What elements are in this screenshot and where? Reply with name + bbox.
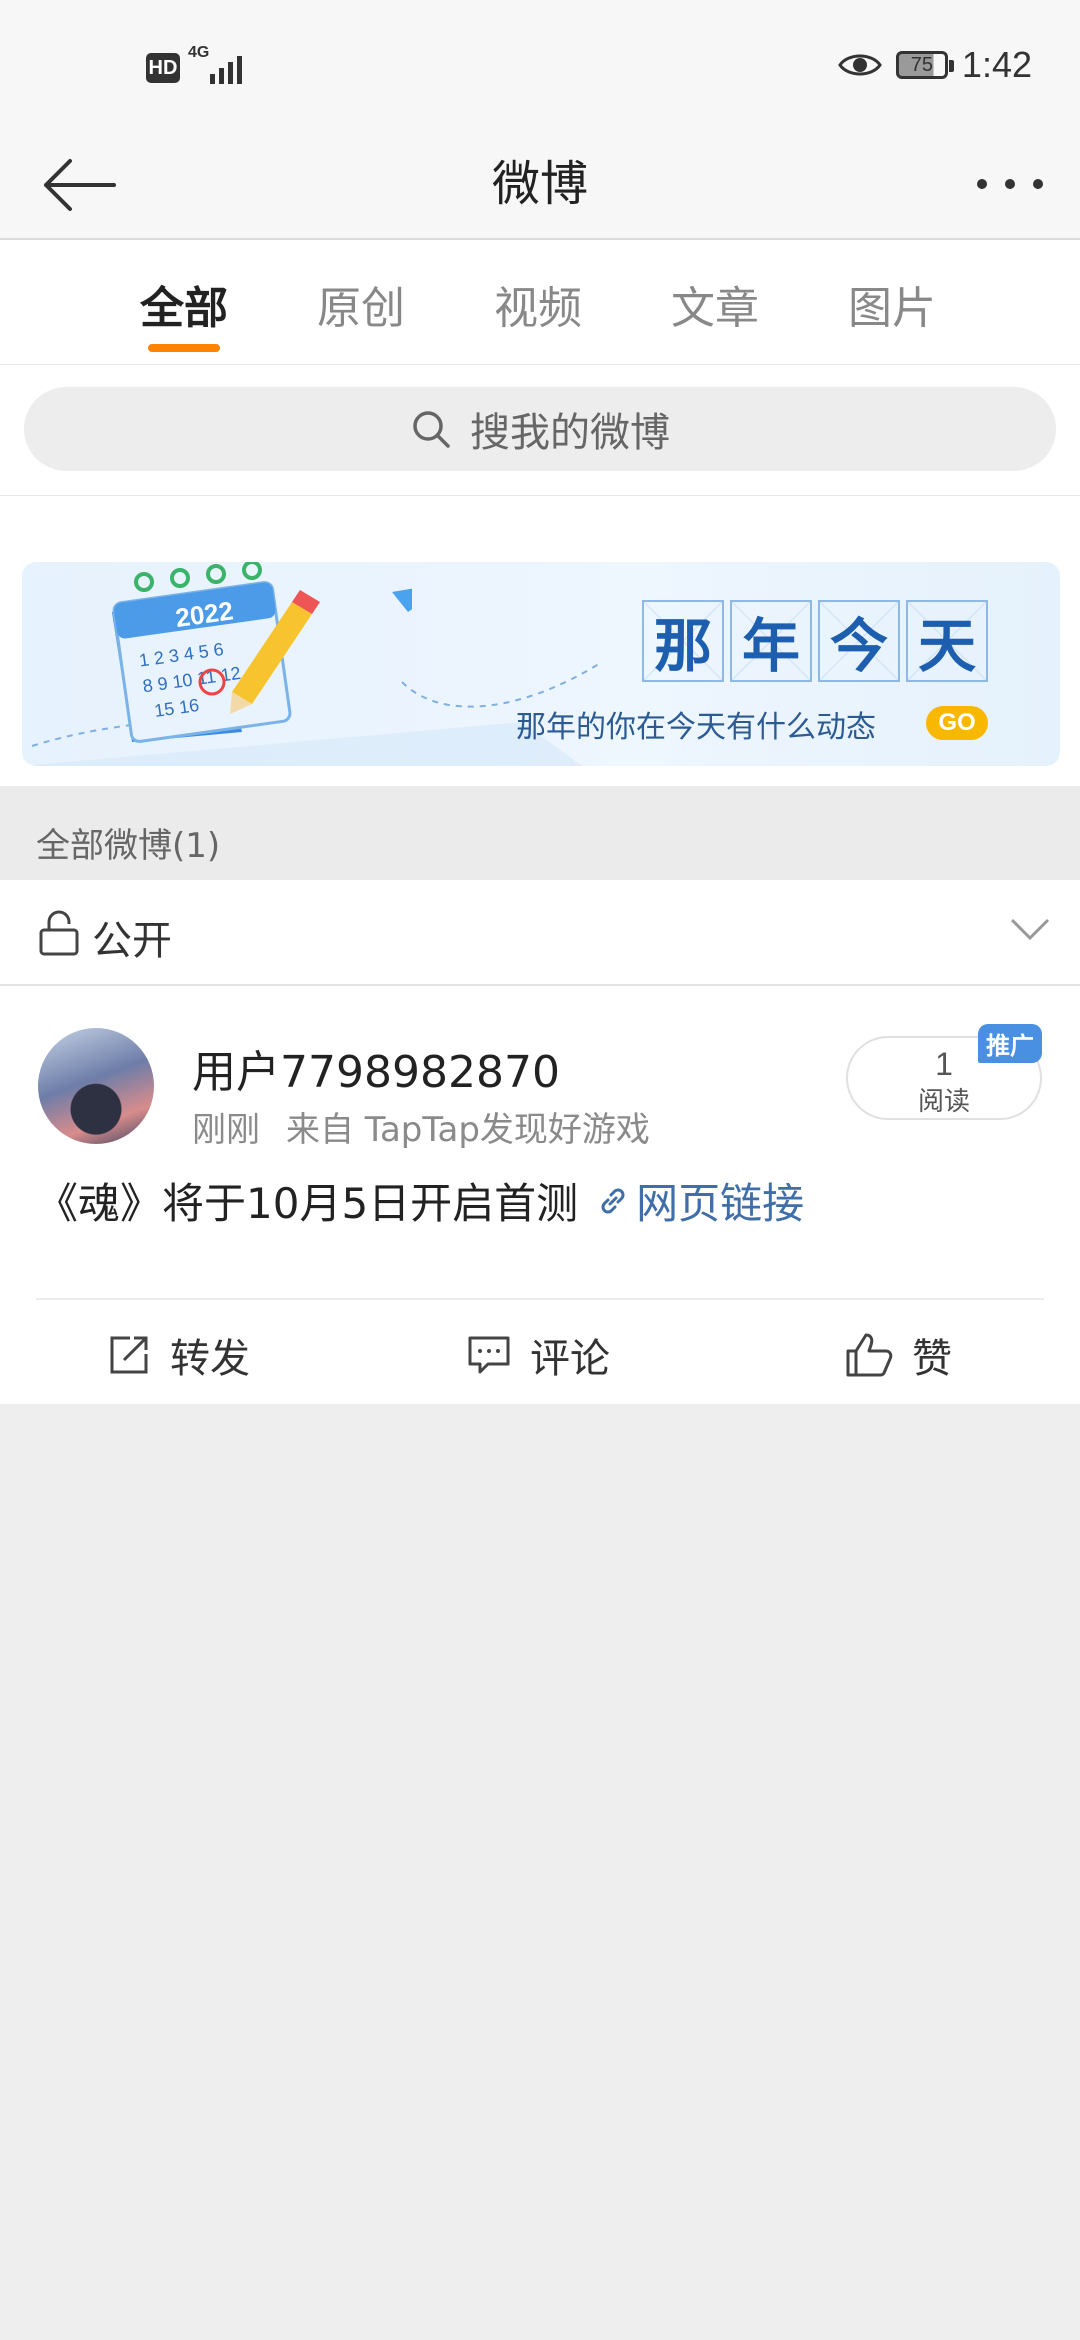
like-label: 赞: [912, 1336, 952, 1382]
on-this-day-banner[interactable]: 2022 1 2 3 4 5 6 8 9 10 11 12 15 16 那 年 …: [22, 562, 1060, 766]
page-title: 微博: [491, 156, 588, 212]
title-bar: 微博: [0, 130, 1080, 240]
search-input[interactable]: 搜我的微博: [24, 387, 1056, 471]
visibility-label: 公开: [92, 918, 172, 964]
avatar[interactable]: [38, 1028, 154, 1144]
web-link-label: 网页链接: [636, 1179, 805, 1228]
eye-icon: [838, 54, 882, 76]
unlock-icon: [39, 910, 79, 956]
banner-title-char: 年: [730, 600, 812, 682]
tab-original[interactable]: 原创: [301, 272, 421, 336]
web-link[interactable]: 网页链接: [596, 1170, 804, 1231]
tab-video[interactable]: 视频: [478, 272, 598, 336]
hd-icon: HD: [146, 53, 180, 83]
post-time: 刚刚: [192, 1110, 260, 1150]
search-placeholder: 搜我的微博: [470, 410, 670, 456]
battery-icon: 75: [895, 51, 954, 79]
post-source: 来自 TapTap发现好游戏: [286, 1110, 650, 1150]
tab-article[interactable]: 文章: [655, 272, 775, 336]
filter-tabs: 全部 原创 视频 文章 图片: [0, 240, 1080, 365]
banner-subtitle: 那年的你在今天有什么动态: [516, 710, 876, 745]
post-meta: 刚刚 来自 TapTap发现好游戏: [192, 1102, 650, 1151]
more-button[interactable]: [970, 152, 1050, 212]
search-icon: [413, 411, 450, 448]
post-count-label: 全部微博(1): [36, 826, 221, 866]
status-left: HD 4G: [146, 44, 248, 88]
banner-section: 2022 1 2 3 4 5 6 8 9 10 11 12 15 16 那 年 …: [0, 496, 1080, 786]
post-actions: 转发 评论 赞: [0, 1300, 1080, 1404]
visibility-filter[interactable]: 公开: [0, 880, 1080, 986]
post-card[interactable]: 用户7798982870 刚刚 来自 TapTap发现好游戏 1 阅读 推广 《魂…: [0, 986, 1080, 1404]
section-header: 全部微博(1): [0, 786, 1080, 880]
comment-label: 评论: [530, 1336, 610, 1382]
repost-label: 转发: [170, 1336, 250, 1382]
comment-button[interactable]: 评论: [466, 1326, 610, 1384]
status-bar: HD 4G 75 1:42: [0, 0, 1080, 130]
read-label: 阅读: [917, 1087, 970, 1117]
link-icon: [601, 1188, 625, 1213]
tab-indicator: [148, 344, 220, 352]
more-dots-icon: [977, 179, 1043, 189]
repost-button[interactable]: 转发: [106, 1326, 250, 1384]
post-content: 《魂》将于10月5日开启首测 网页链接: [36, 1170, 804, 1231]
chevron-down-icon: [1010, 918, 1050, 941]
post-text: 《魂》将于10月5日开启首测: [36, 1179, 579, 1228]
banner-title: 那 年 今 天: [642, 600, 994, 682]
thumbs-up-icon: [846, 1333, 893, 1377]
banner-title-char: 天: [906, 600, 988, 682]
search-section: 搜我的微博: [0, 365, 1080, 496]
tab-picture[interactable]: 图片: [832, 272, 952, 336]
username[interactable]: 用户7798982870: [192, 1036, 560, 1100]
clock: 1:42: [961, 44, 1032, 85]
tab-all[interactable]: 全部: [124, 272, 244, 336]
network-type: 4G: [188, 44, 210, 61]
banner-title-char: 那: [642, 600, 724, 682]
calendar-icon: 2022 1 2 3 4 5 6 8 9 10 11 12 15 16: [112, 562, 412, 743]
comment-icon: [468, 1336, 510, 1374]
go-button[interactable]: GO: [926, 706, 988, 740]
status-right: 75 1:42: [838, 44, 1032, 86]
promote-badge[interactable]: 推广: [978, 1024, 1042, 1063]
signal-icon: 4G: [188, 44, 248, 88]
banner-title-char: 今: [818, 600, 900, 682]
repost-icon: [110, 1336, 148, 1374]
like-button[interactable]: 赞: [844, 1326, 952, 1384]
